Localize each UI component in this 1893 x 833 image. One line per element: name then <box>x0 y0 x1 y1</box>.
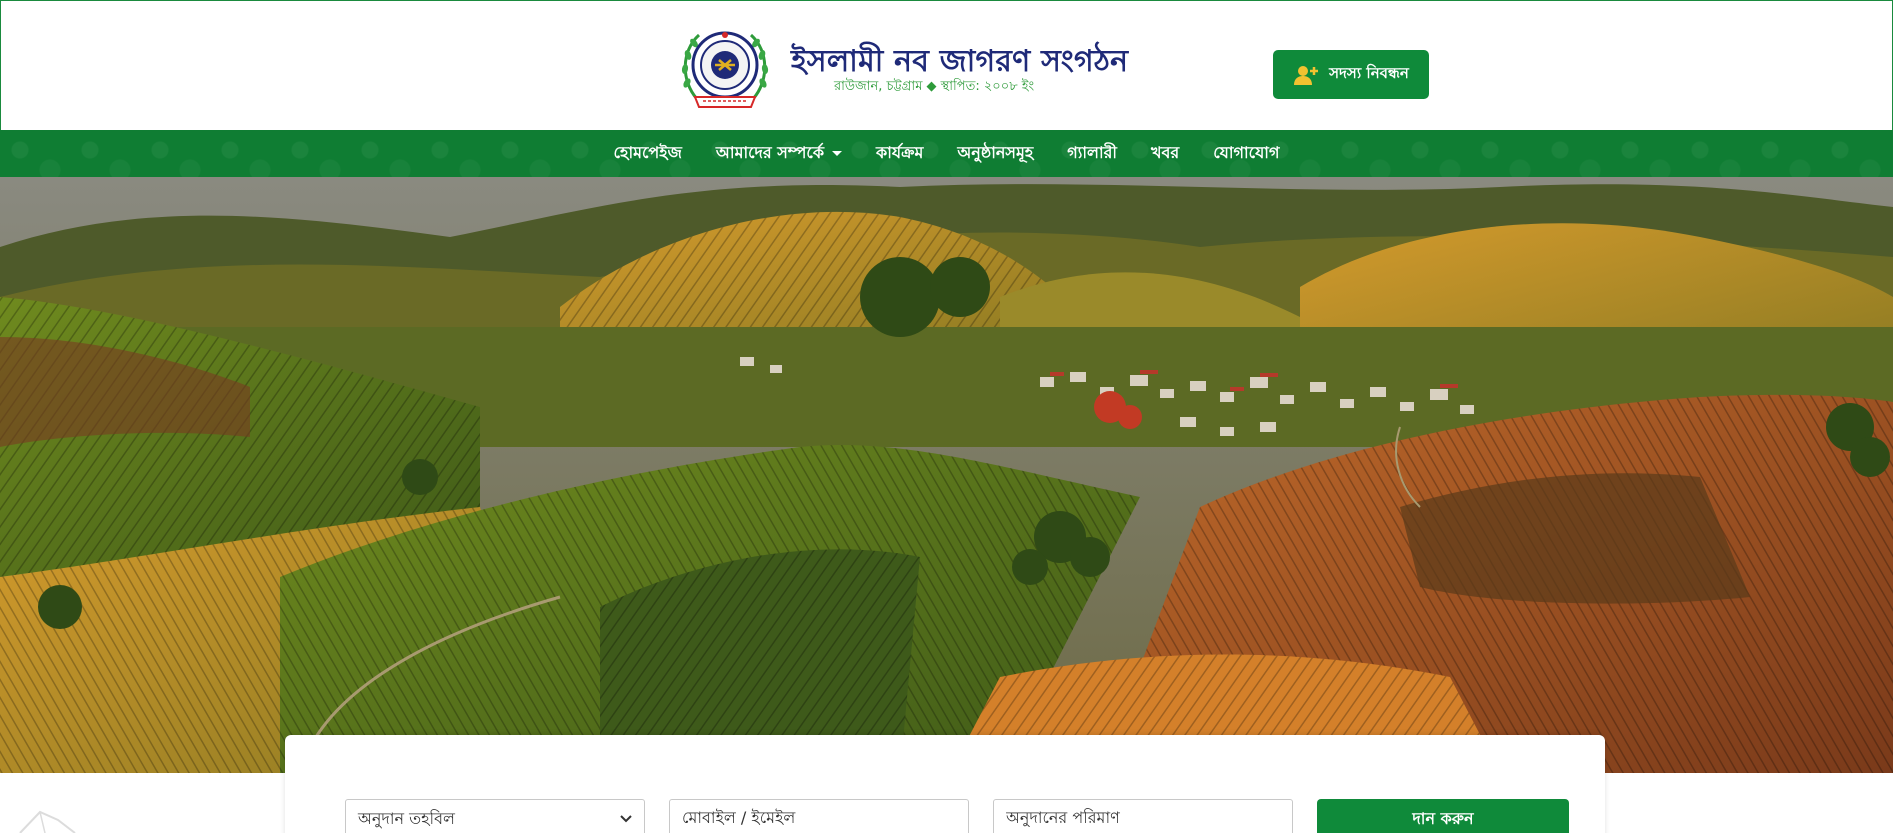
site-logo[interactable] <box>677 21 773 115</box>
donation-form-card: অনুদান তহবিল দান করুন <box>285 735 1605 833</box>
donate-button[interactable]: দান করুন <box>1317 799 1569 833</box>
corner-decoration <box>19 810 76 833</box>
nav-item-home[interactable]: হোমপেইজ <box>597 140 699 167</box>
site-header: ইসলামী নব জাগরণ সংগঠন রাউজান, চট্টগ্রাম … <box>0 0 1893 130</box>
member-register-button[interactable]: সদস্য নিবন্ধন <box>1273 50 1429 99</box>
donation-amount-field[interactable] <box>993 799 1293 833</box>
donation-amount-input[interactable] <box>1006 808 1280 827</box>
hero-landscape <box>0 177 1893 773</box>
nav-item-gallery[interactable]: গ্যালারী <box>1050 140 1134 167</box>
nav-item-events[interactable]: অনুষ্ঠানসমূহ <box>940 140 1050 167</box>
caret-down-icon <box>832 151 843 156</box>
mobile-email-field[interactable] <box>669 799 969 833</box>
mobile-email-input[interactable] <box>682 808 956 827</box>
nav-item-label: আমাদের সম্পর্কে <box>715 143 825 162</box>
logo-emblem <box>681 31 769 108</box>
fund-select-value: অনুদান তহবিল <box>358 808 455 828</box>
nav-item-about[interactable]: আমাদের সম্পর্কে <box>699 140 859 167</box>
hero-banner-image <box>0 177 1893 773</box>
nav-item-label: কার্যক্রম <box>876 143 924 162</box>
member-register-label: সদস্য নিবন্ধন <box>1329 64 1409 82</box>
nav-item-activities[interactable]: কার্যক্রম <box>859 140 940 167</box>
nav-item-label: হোমপেইজ <box>613 143 682 162</box>
fund-select[interactable]: অনুদান তহবিল <box>345 799 645 833</box>
nav-item-label: অনুষ্ঠানসমূহ <box>957 143 1034 162</box>
chevron-down-icon <box>620 815 632 823</box>
nav-item-label: খবর <box>1150 143 1180 162</box>
nav-item-label: যোগাযোগ <box>1213 143 1280 162</box>
main-nav: হোমপেইজ আমাদের সম্পর্কে কার্যক্রম অনুষ্ঠ… <box>0 130 1893 177</box>
site-subtitle: রাউজান, চট্টগ্রাম ◆ স্থাপিত: ২০০৮ ইং <box>834 79 1035 94</box>
nav-item-label: গ্যালারী <box>1067 143 1117 162</box>
user-plus-icon <box>1294 65 1319 85</box>
nav-item-news[interactable]: খবর <box>1134 140 1196 167</box>
nav-item-contact[interactable]: যোগাযোগ <box>1196 140 1296 167</box>
